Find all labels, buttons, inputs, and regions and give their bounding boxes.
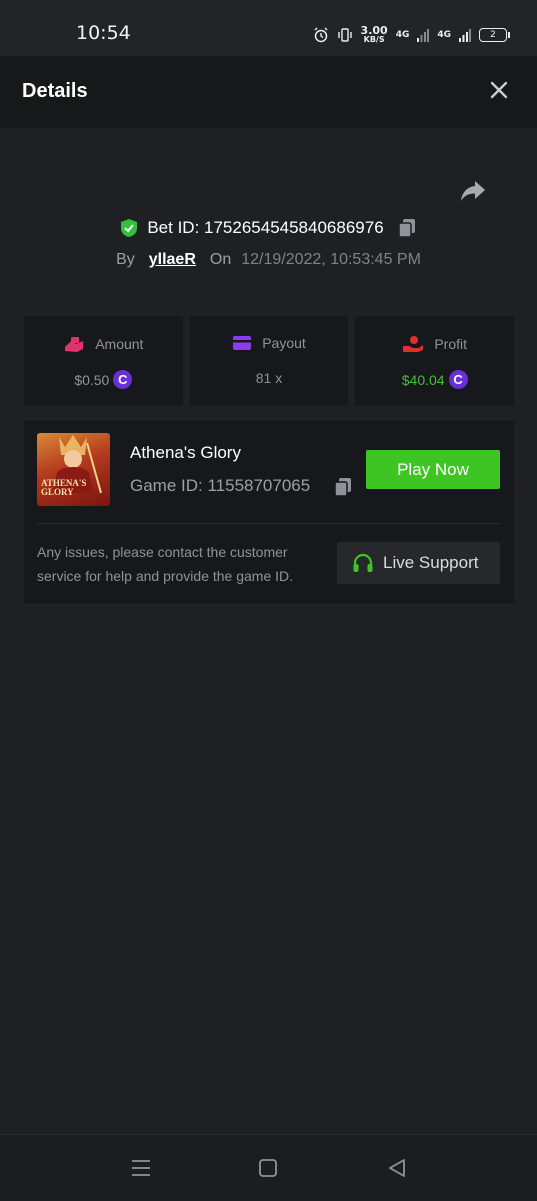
thumb-line-2: GLORY <box>41 487 74 497</box>
vibrate-icon <box>337 28 352 42</box>
game-thumbnail-title: ATHENA'S GLORY <box>41 479 86 497</box>
play-now-button[interactable]: Play Now <box>366 450 500 489</box>
status-bar: 10:54 3.00 KB/S 4G 4G 2 <box>0 0 537 56</box>
support-text: Any issues, please contact the customer … <box>37 544 294 584</box>
stat-payout-label: Payout <box>262 335 306 351</box>
battery-icon: 2 <box>479 28 510 42</box>
menu-icon[interactable] <box>128 1155 154 1181</box>
back-icon[interactable] <box>384 1155 410 1181</box>
game-name: Athena's Glory <box>130 443 241 462</box>
bet-id: Bet ID: 1752654545840686976 <box>147 218 384 237</box>
bet-stats: Amount $0.50 C Payout 81 x Profit $40.04… <box>24 316 515 406</box>
signal-icon <box>459 29 471 42</box>
bet-author-row: By yllaeR On 12/19/2022, 10:53:45 PM <box>0 248 537 272</box>
wallet-hand-icon <box>65 337 84 352</box>
stat-profit-value: $40.04 <box>401 371 445 388</box>
live-support-button[interactable]: Live Support <box>337 542 500 584</box>
game-thumbnail[interactable]: ATHENA'S GLORY <box>37 433 110 506</box>
stat-amount-label: Amount <box>95 336 144 352</box>
battery-level: 2 <box>490 30 496 40</box>
money-hand-icon <box>403 336 424 352</box>
copy-icon[interactable] <box>333 476 353 498</box>
divider <box>37 523 501 524</box>
stat-payout-value: 81 x <box>255 370 283 386</box>
status-time: 10:54 <box>76 22 131 44</box>
bet-datetime: 12/19/2022, 10:53:45 PM <box>241 251 421 268</box>
shield-check-icon <box>121 219 138 237</box>
speed-value: 3.00 <box>360 24 388 37</box>
stat-amount-value: $0.50 <box>74 371 110 388</box>
on-label: On <box>209 251 232 268</box>
coin-icon: C <box>448 370 468 389</box>
game-id: Game ID: 11558707065 <box>130 476 311 495</box>
home-icon[interactable] <box>255 1155 281 1181</box>
game-card: ATHENA'S GLORY Athena's Glory Game ID: 11… <box>24 421 514 603</box>
page-title: Details <box>22 80 88 102</box>
speed-unit: KB/S <box>363 35 385 44</box>
by-label: By <box>116 251 135 268</box>
headset-icon <box>353 553 373 572</box>
stat-payout: Payout 81 x <box>189 316 349 406</box>
network-type-1: 4G <box>395 30 410 40</box>
status-icons: 3.00 KB/S 4G 4G 2 <box>313 22 510 48</box>
coin-icon: C <box>113 370 133 389</box>
stat-amount: Amount $0.50 C <box>24 316 183 406</box>
copy-icon[interactable] <box>396 217 418 239</box>
bet-id-row: Bet ID: 1752654545840686976 <box>0 216 537 240</box>
share-icon[interactable] <box>458 176 488 206</box>
close-icon[interactable] <box>485 76 513 104</box>
alarm-icon <box>314 27 328 43</box>
stat-profit: Profit $40.04 C <box>355 316 515 406</box>
live-support-label: Live Support <box>383 553 479 572</box>
username-link[interactable]: yllaeR <box>149 251 196 269</box>
network-type-2: 4G <box>437 30 451 40</box>
stat-profit-label: Profit <box>434 336 468 352</box>
signal-icon <box>417 29 430 42</box>
system-nav-bar <box>0 1134 537 1201</box>
network-speed: 3.00 KB/S <box>360 24 388 44</box>
card-icon <box>233 336 252 350</box>
details-header: Details <box>0 56 537 128</box>
